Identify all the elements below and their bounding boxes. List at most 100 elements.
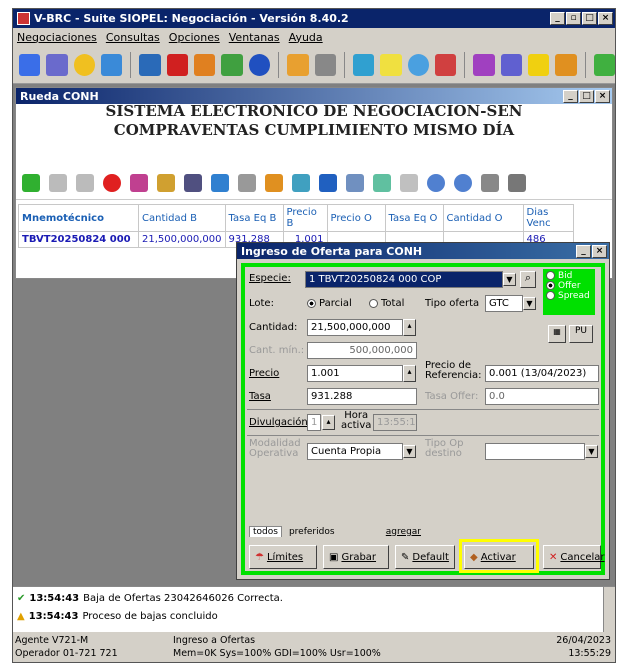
col-tasa-eq-b[interactable]: Tasa Eq B — [224, 204, 284, 232]
agregar-link[interactable]: agregar — [386, 527, 421, 537]
log-scrollbar[interactable] — [603, 587, 615, 633]
network-icon[interactable] — [407, 53, 429, 76]
modalidad-dropdown-button[interactable]: ▼ — [403, 445, 416, 458]
precio-field[interactable]: 1.001 — [307, 365, 403, 382]
calc-small-icon[interactable] — [481, 173, 499, 192]
col-mnemotecnico[interactable]: Mnemotécnico — [18, 204, 139, 232]
dialog-minimize-button[interactable]: _ — [576, 244, 591, 258]
especie-field[interactable]: 1 TBVT20250824 000 COP — [305, 271, 503, 288]
tipo-oferta-dropdown-button[interactable]: ▼ — [523, 297, 536, 310]
tipo-oferta-field[interactable]: GTC — [485, 295, 523, 312]
save-icon[interactable] — [184, 173, 202, 192]
report-icon[interactable] — [166, 53, 189, 76]
menu-negociaciones[interactable]: Negociaciones — [17, 31, 97, 44]
dialog-close-button[interactable]: × — [592, 244, 607, 258]
cell-cantidad-b[interactable]: 21,500,000,000 — [138, 231, 226, 248]
chart-small-icon[interactable] — [292, 173, 310, 192]
tipo-op-field[interactable] — [485, 443, 585, 460]
diamond-icon[interactable] — [265, 173, 283, 192]
window-icon[interactable] — [139, 53, 161, 76]
col-precio-b[interactable]: Precio B — [282, 204, 328, 232]
menu-opciones[interactable]: Opciones — [169, 31, 220, 44]
col-cantidad-b[interactable]: Cantidad B — [138, 204, 226, 232]
transfer-icon[interactable] — [221, 53, 243, 76]
modalidad-field[interactable]: Cuenta Propia — [307, 443, 403, 460]
activar-button[interactable]: ◆ Activar — [464, 545, 534, 569]
add-icon[interactable] — [22, 173, 40, 192]
filter-icon[interactable] — [508, 173, 526, 192]
settings-icon[interactable] — [346, 173, 364, 192]
precio-spinner[interactable]: ▴ — [403, 365, 416, 382]
orders-icon[interactable] — [46, 53, 68, 76]
default-button[interactable]: ✎ Default — [395, 545, 455, 569]
lote-total-radio[interactable]: Total — [369, 298, 404, 309]
rueda-close-button[interactable]: × — [595, 89, 610, 103]
education-icon[interactable] — [500, 53, 522, 76]
col-precio-o[interactable]: Precio O — [326, 204, 386, 232]
tools-icon[interactable] — [593, 53, 615, 76]
cantidad-field[interactable]: 21,500,000,000 — [307, 319, 403, 336]
maximize-button[interactable]: □ — [582, 12, 597, 25]
limites-button[interactable]: ☂ Límites — [249, 545, 317, 569]
tipo-op-dropdown-button[interactable]: ▼ — [585, 445, 598, 458]
globe-icon[interactable] — [248, 53, 271, 76]
spread-option[interactable]: Spread — [546, 291, 592, 301]
pu-button[interactable]: PU — [569, 325, 593, 343]
users-icon[interactable] — [194, 53, 216, 76]
transfer-small-icon[interactable] — [373, 173, 391, 192]
stop-square-icon[interactable] — [238, 173, 256, 192]
cantidad-spinner[interactable]: ▴ — [403, 319, 416, 336]
trade-icon[interactable] — [473, 53, 495, 76]
minus-icon[interactable] — [76, 173, 94, 192]
offer-option[interactable]: Offer — [546, 281, 592, 291]
cancel-orders-icon[interactable] — [130, 173, 148, 192]
col-dias-venc[interactable]: Dias Venc — [522, 204, 574, 232]
restore-button[interactable]: ▫ — [566, 12, 581, 25]
cell-mnemotecnico[interactable]: TBVT20250824 000 — [18, 231, 139, 248]
menu-ayuda[interactable]: Ayuda — [289, 31, 323, 44]
zoom-in-icon[interactable] — [427, 173, 445, 192]
tasa-field[interactable]: 931.288 — [307, 388, 417, 405]
rueda-maximize-button[interactable]: □ — [579, 89, 594, 103]
zoom-out-icon[interactable] — [454, 173, 472, 192]
col-tasa-eq-o[interactable]: Tasa Eq O — [384, 204, 444, 232]
cancelar-button[interactable]: ✕ Cancelar — [543, 545, 605, 569]
stop-icon[interactable] — [103, 173, 121, 192]
grabar-button[interactable]: ▣ Grabar — [323, 545, 389, 569]
grid-icon[interactable] — [101, 53, 123, 76]
calculator-icon[interactable]: ▦ — [548, 325, 566, 343]
rueda-titlebar: Rueda CONH _ □ × — [16, 88, 612, 104]
rueda-minimize-button[interactable]: _ — [563, 89, 578, 103]
col-cantidad-o[interactable]: Cantidad O — [442, 204, 524, 232]
minimize-button[interactable]: _ — [550, 12, 565, 25]
transfer-blue-icon[interactable] — [352, 53, 375, 76]
refresh-icon[interactable] — [19, 53, 41, 76]
people-icon[interactable] — [555, 53, 577, 76]
star-icon[interactable] — [527, 53, 550, 76]
especie-dropdown-button[interactable]: ▼ — [503, 273, 516, 286]
cant-min-field[interactable]: 500,000,000 — [307, 342, 417, 359]
divulgacion-spinner[interactable]: ▴ — [322, 415, 335, 430]
edit-icon[interactable] — [49, 173, 67, 192]
lock-icon[interactable] — [287, 53, 309, 76]
search-icon[interactable]: ⌕ — [520, 271, 536, 288]
menu-consultas[interactable]: Consultas — [106, 31, 160, 44]
close-button[interactable]: × — [598, 12, 613, 25]
lote-parcial-radio[interactable]: Parcial — [307, 298, 352, 309]
bid-option[interactable]: Bid — [546, 271, 592, 281]
window-list-icon[interactable] — [211, 173, 229, 192]
chart-icon[interactable] — [434, 53, 457, 76]
status-agent: Agente V721-M — [15, 635, 89, 646]
bar-chart-icon[interactable] — [319, 173, 337, 192]
document-icon[interactable] — [380, 53, 402, 76]
calculator-icon[interactable] — [314, 53, 336, 76]
tab-preferidos[interactable]: preferidos — [286, 527, 338, 537]
tag-icon[interactable] — [400, 173, 418, 192]
brush-icon[interactable] — [157, 173, 175, 192]
precio-label: Precio — [249, 368, 280, 379]
menu-ventanas[interactable]: Ventanas — [229, 31, 280, 44]
tab-todos[interactable]: todos — [249, 526, 282, 537]
divulgacion-field[interactable]: 1 — [307, 414, 321, 431]
tasa-offer-field[interactable]: 0.0 — [485, 388, 599, 405]
coins-icon[interactable] — [73, 53, 96, 76]
